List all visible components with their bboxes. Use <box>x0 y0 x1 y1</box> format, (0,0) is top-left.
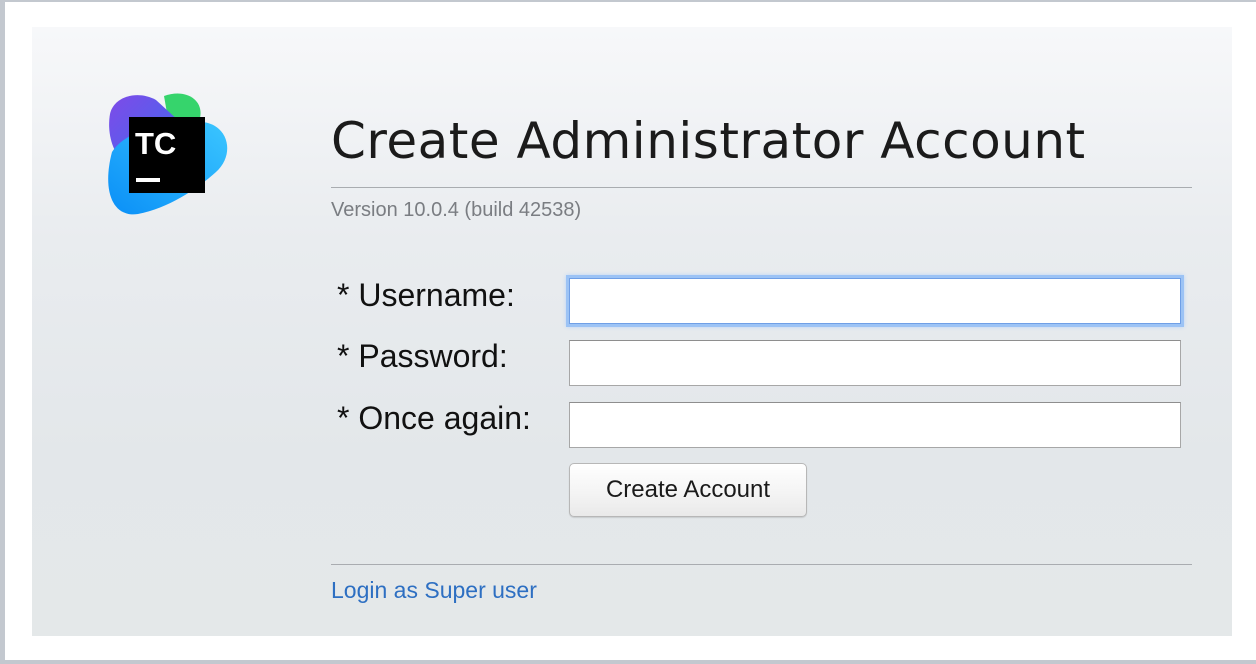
window-frame-bottom <box>0 660 1256 664</box>
teamcity-logo-icon: TC <box>108 93 228 215</box>
version-text: Version 10.0.4 (build 42538) <box>331 199 582 221</box>
footer-divider <box>331 564 1192 565</box>
confirm-password-input[interactable] <box>569 402 1181 448</box>
logo-text: TC <box>135 126 176 161</box>
password-label: * Password: <box>337 338 508 374</box>
password-input[interactable] <box>569 340 1181 386</box>
window-frame-top <box>0 0 1256 2</box>
confirm-password-label: * Once again: <box>337 400 531 436</box>
title-divider <box>331 187 1192 188</box>
page-title: Create Administrator Account <box>331 112 1086 170</box>
window-frame-left <box>0 0 5 664</box>
username-input[interactable] <box>569 278 1181 324</box>
create-account-button[interactable]: Create Account <box>569 463 807 517</box>
login-super-user-link[interactable]: Login as Super user <box>331 577 537 604</box>
username-label: * Username: <box>337 277 515 313</box>
